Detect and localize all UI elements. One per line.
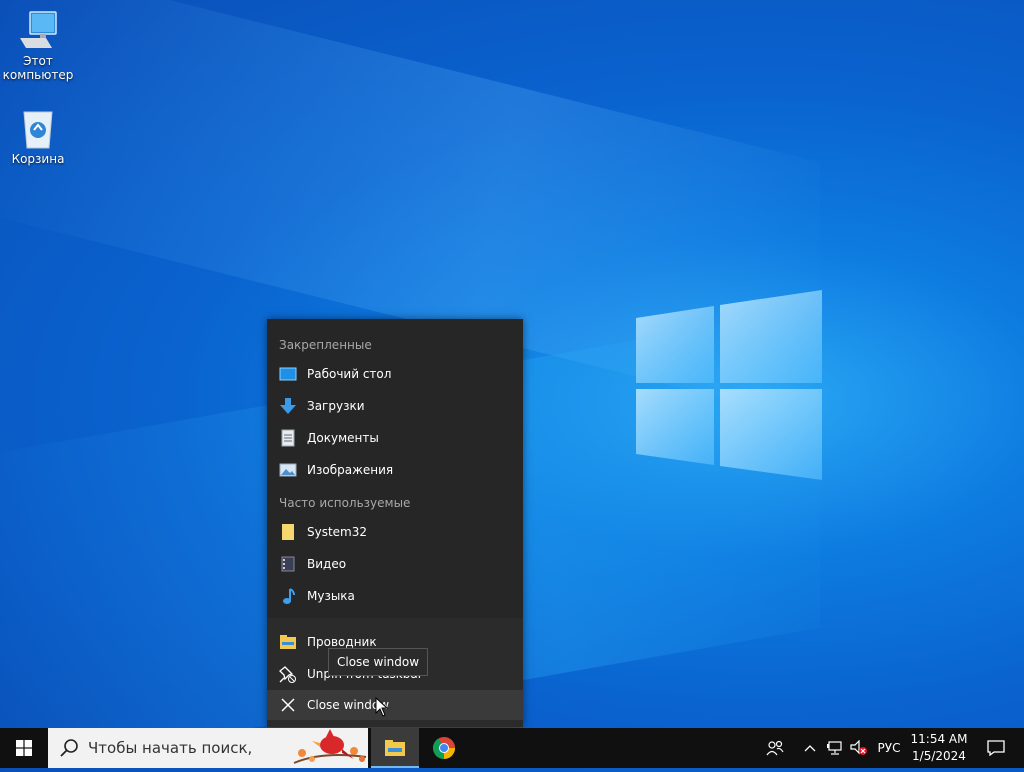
taskbar-search-box[interactable]: Чтобы начать поиск, bbox=[48, 728, 368, 768]
tray-language-button[interactable]: РУС bbox=[872, 728, 906, 768]
desktop-icon-label: Этот bbox=[23, 54, 53, 68]
jump-list-header-pinned: Закрепленные bbox=[279, 338, 372, 352]
windows-logo-wallpaper bbox=[636, 290, 822, 480]
jump-list-item-documents[interactable]: Документы bbox=[267, 423, 523, 453]
jump-list-item-system32[interactable]: System32 bbox=[267, 517, 523, 547]
jump-list-item-label: Проводник bbox=[307, 635, 377, 649]
volume-muted-icon bbox=[850, 740, 867, 755]
close-window-tooltip: Close window bbox=[328, 648, 429, 676]
tray-clock[interactable]: 11:54 AM 1/5/2024 bbox=[906, 731, 972, 765]
file-explorer-icon bbox=[279, 633, 297, 651]
jump-list-task-close-window[interactable]: Close window bbox=[267, 690, 523, 720]
jump-list-item-downloads[interactable]: Загрузки bbox=[267, 391, 523, 421]
jump-list-item-label: Изображения bbox=[307, 463, 394, 477]
start-button[interactable] bbox=[0, 728, 48, 768]
desktop-icon-label: Корзина bbox=[11, 152, 65, 166]
desktop-folder-icon bbox=[279, 365, 297, 383]
chevron-up-icon bbox=[804, 745, 816, 752]
tray-network-button[interactable] bbox=[824, 728, 846, 768]
music-icon bbox=[279, 587, 297, 605]
taskbar-app-file-explorer[interactable] bbox=[371, 728, 419, 768]
action-center-button[interactable] bbox=[976, 728, 1016, 768]
computer-icon bbox=[16, 8, 60, 52]
recycle-bin-icon bbox=[16, 106, 60, 150]
jump-list-item-music[interactable]: Музыка bbox=[267, 581, 523, 611]
chrome-icon bbox=[433, 737, 455, 759]
mouse-cursor-icon bbox=[375, 697, 389, 717]
jump-list-item-label: Рабочий стол bbox=[307, 367, 392, 381]
folder-icon bbox=[279, 523, 297, 541]
search-placeholder: Чтобы начать поиск, bbox=[88, 739, 253, 757]
jump-list-item-label: Музыка bbox=[307, 589, 355, 603]
file-explorer-icon bbox=[385, 740, 405, 756]
pictures-icon bbox=[279, 461, 297, 479]
tray-volume-button[interactable] bbox=[848, 728, 870, 768]
people-icon bbox=[766, 740, 784, 756]
jump-list-item-desktop[interactable]: Рабочий стол bbox=[267, 359, 523, 389]
jump-list-item-label: System32 bbox=[307, 525, 368, 539]
desktop-icon-recycle-bin[interactable]: Корзина bbox=[2, 106, 74, 166]
jump-list-header-frequent: Часто используемые bbox=[279, 496, 411, 510]
network-disconnected-icon bbox=[827, 741, 842, 755]
desktop-icon-label: компьютер bbox=[2, 68, 74, 82]
videos-icon bbox=[279, 555, 297, 573]
clock-time: 11:54 AM bbox=[910, 732, 968, 746]
desktop-icon-this-pc[interactable]: Этот компьютер bbox=[2, 8, 74, 82]
search-icon bbox=[60, 739, 78, 757]
jump-list-item-label: Загрузки bbox=[307, 399, 365, 413]
close-icon bbox=[279, 696, 297, 714]
taskbar-app-chrome[interactable] bbox=[420, 728, 468, 768]
search-highlight-cardinal-icon bbox=[293, 729, 367, 764]
unpin-icon bbox=[279, 665, 297, 683]
tray-show-hidden-icons[interactable] bbox=[800, 728, 820, 768]
jump-list-item-label: Видео bbox=[307, 557, 347, 571]
jump-list-item-pictures[interactable]: Изображения bbox=[267, 455, 523, 485]
documents-icon bbox=[279, 429, 297, 447]
tray-people-button[interactable] bbox=[762, 728, 788, 768]
downloads-icon bbox=[279, 397, 297, 415]
windows-start-icon bbox=[16, 740, 32, 756]
jump-list-item-videos[interactable]: Видео bbox=[267, 549, 523, 579]
clock-date: 1/5/2024 bbox=[912, 749, 966, 763]
taskbar: Чтобы начать поиск, РУС 11:54 AM 1/5/202… bbox=[0, 728, 1024, 768]
notifications-icon bbox=[987, 740, 1005, 756]
jump-list-item-label: Документы bbox=[307, 431, 379, 445]
